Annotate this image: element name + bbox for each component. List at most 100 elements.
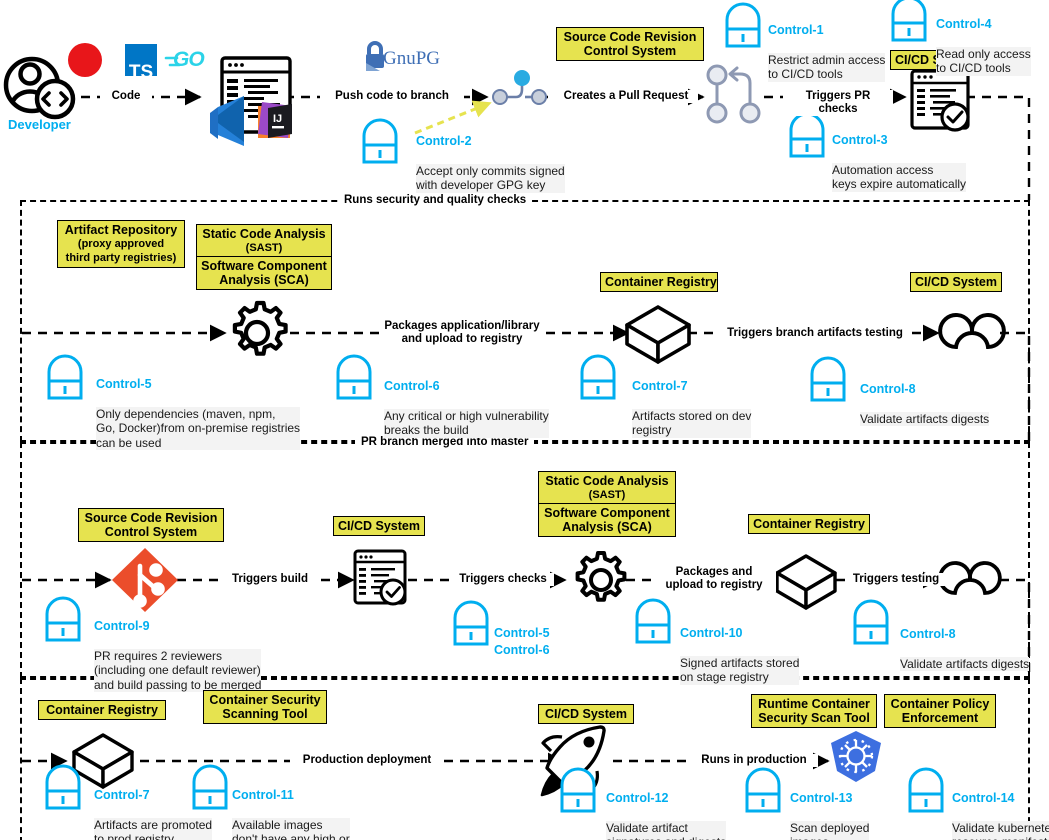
- control-callout-5-row2: Control-5 Only dependencies (maven, npm,…: [96, 363, 326, 464]
- system-label-line2: Control System: [104, 525, 198, 539]
- system-label-container-security-scanning: Container Security Scanning Tool: [203, 690, 327, 724]
- system-label-sast-row2: Static Code Analysis (SAST): [196, 224, 332, 258]
- system-label-line2: Scanning Tool: [222, 707, 308, 721]
- control-id: Control-6: [384, 379, 440, 394]
- control-id: Control-10: [680, 626, 743, 641]
- system-label-line2: (SAST): [245, 242, 283, 254]
- flow-triggers-testing: Triggers testing: [846, 573, 946, 586]
- gnupg-icon: [366, 41, 384, 71]
- vscode-icon: [210, 96, 244, 146]
- control-callout-4: Control-4 Read only access to CI/CD tool…: [936, 3, 1049, 90]
- system-label-line2: Enforcement: [901, 711, 979, 725]
- system-label-line2: Security Scan Tool: [758, 711, 870, 725]
- control-callout-8-row2: Control-8 Validate artifacts digests: [860, 368, 1040, 441]
- control-text: Restrict admin access to CI/CD tools: [768, 52, 886, 82]
- flow-runs-in-production: Runs in production: [690, 754, 818, 767]
- control-id: Control-5: [96, 377, 152, 392]
- flow-pull-request: Creates a Pull Request: [554, 90, 698, 103]
- control-text: PR requires 2 reviewers (including one d…: [94, 648, 262, 693]
- system-label-container-registry-row2: Container Registry: [600, 272, 718, 292]
- control-id: Control-8: [900, 627, 956, 642]
- control-callout-10: Control-10 Signed artifacts stored on st…: [680, 612, 850, 699]
- system-label-line1: Container Security: [209, 693, 321, 707]
- flow-packages-upload-row2: Packages application/library and upload …: [380, 320, 544, 346]
- control-id: Control-13: [790, 791, 853, 806]
- lock-icon: [789, 112, 825, 158]
- control-callout-6-row3: Control-6: [494, 629, 574, 673]
- flow-packages-upload-row3: Packages and upload to registry: [652, 566, 776, 592]
- flow-code: Code: [100, 90, 152, 103]
- control-text: Validate kubernetes resource manifests: [952, 820, 1049, 840]
- control-callout-14: Control-14 Validate kubernetes resource …: [952, 777, 1049, 840]
- system-label-line1: Artifact Repository: [64, 223, 178, 237]
- java-icon: [68, 43, 102, 77]
- control-text: Artifacts stored on dev registry: [632, 408, 752, 438]
- flow-triggers-build: Triggers build: [222, 573, 318, 586]
- pull-request-icon: [706, 64, 761, 124]
- control-id: Control-4: [936, 17, 992, 32]
- system-label-container-registry-row3: Container Registry: [748, 514, 870, 534]
- control-text: Validate artifacts digests: [900, 656, 1030, 672]
- system-label-sca-row2: Software Component Analysis (SCA): [196, 256, 332, 290]
- system-label-line2: Analysis (SCA): [562, 520, 652, 534]
- control-text: Accept only commits signed with develope…: [416, 163, 565, 193]
- system-label-line1: Software Component: [201, 259, 327, 273]
- control-id: Control-7: [94, 788, 150, 803]
- flow-production-deployment: Production deployment: [290, 754, 444, 767]
- control-text: Any critical or high vulnerability break…: [384, 408, 549, 438]
- control-callout-6-row2: Control-6 Any critical or high vulnerabi…: [384, 365, 574, 452]
- control-callout-12: Control-12 Validate artifact signatures …: [606, 777, 756, 840]
- control-callout-1: Control-1 Restrict admin access to CI/CD…: [768, 9, 898, 96]
- system-label-line2: Analysis (SCA): [219, 273, 309, 287]
- control-callout-11: Control-11 Available images don't have a…: [232, 774, 392, 840]
- system-label-scm-row3: Source Code Revision Control System: [78, 508, 224, 542]
- system-label-sca-row3: Software Component Analysis (SCA): [538, 503, 676, 537]
- system-label-sast-row3: Static Code Analysis (SAST): [538, 471, 676, 505]
- control-id: Control-2: [416, 134, 472, 149]
- control-id: Control-9: [94, 619, 150, 634]
- system-label-runtime-scan: Runtime Container Security Scan Tool: [751, 694, 877, 728]
- control-id: Control-1: [768, 23, 824, 38]
- developer-label: Developer: [8, 117, 71, 132]
- system-label-line1: Container Policy: [890, 697, 990, 711]
- control-id: Control-3: [832, 133, 888, 148]
- control-id: Control-14: [952, 791, 1015, 806]
- control-id: Control-7: [632, 379, 688, 394]
- control-text: Validate artifact signatures and digests: [606, 820, 727, 840]
- system-label-line1: Static Code Analysis: [202, 227, 326, 241]
- system-label-container-registry-row4: Container Registry: [38, 700, 166, 720]
- gnupg-label: GnuPG: [383, 48, 441, 69]
- control-callout-3: Control-3 Automation access keys expire …: [832, 119, 1012, 206]
- system-label-line2: (proxy approved: [77, 238, 165, 250]
- typescript-icon: TS: [125, 44, 157, 82]
- control-text: Only dependencies (maven, npm, Go, Docke…: [96, 406, 301, 451]
- control-id: Control-8: [860, 382, 916, 397]
- system-label-artifact-repository: Artifact Repository (proxy approved thir…: [57, 220, 185, 268]
- lock-icon: [362, 118, 398, 164]
- git-branch-icon: [492, 70, 547, 105]
- system-label-line1: Static Code Analysis: [545, 474, 669, 488]
- system-label-line1: Source Code Revision: [563, 30, 697, 44]
- system-label-line3: third party registries): [65, 252, 177, 264]
- developer-icon: [3, 56, 76, 120]
- system-label-line1: Software Component: [544, 506, 670, 520]
- control-callout-13: Control-13 Scan deployed images: [790, 777, 910, 840]
- control-callout-8-row3: Control-8 Validate artifacts digests: [900, 613, 1049, 686]
- flow-push-code: Push code to branch: [320, 90, 464, 103]
- go-icon: GO: [173, 48, 205, 71]
- system-label-cicd-row4: CI/CD System: [538, 704, 634, 724]
- system-label-line1: Source Code Revision: [84, 511, 218, 525]
- cicd-pipeline-diagram: IJ Runs security and quality checks PR b…: [0, 0, 1049, 840]
- control-id: Control-6: [494, 643, 550, 658]
- control-callout-2: Control-2 Accept only commits signed wit…: [416, 120, 596, 207]
- control-id: Control-12: [606, 791, 669, 806]
- control-text: Automation access keys expire automatica…: [832, 162, 967, 192]
- control-id: Control-11: [232, 788, 294, 803]
- svg-text:IJ: IJ: [273, 113, 282, 125]
- flow-triggers-checks: Triggers checks: [452, 573, 554, 586]
- lock-icon: [725, 2, 761, 48]
- system-label-cicd-row3: CI/CD System: [333, 516, 425, 536]
- control-text: Read only access to CI/CD tools: [936, 46, 1031, 76]
- intellij-icon: IJ: [258, 102, 292, 138]
- control-text: Scan deployed images: [790, 820, 870, 840]
